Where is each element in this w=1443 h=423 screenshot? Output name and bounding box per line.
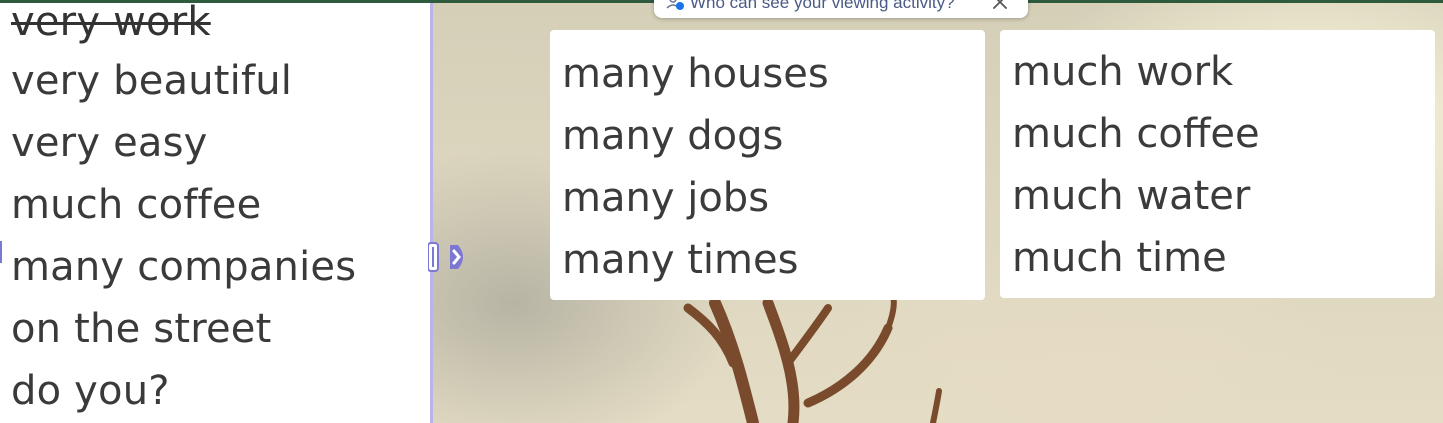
card-word: many jobs	[562, 175, 770, 221]
whiteboard-item: very easy	[11, 120, 208, 166]
whiteboard-item: much coffee	[11, 182, 262, 228]
whiteboard-item: very beautiful	[11, 58, 293, 104]
whiteboard-item: many companies	[11, 244, 357, 290]
card-word: many times	[562, 237, 799, 283]
card-word: much work	[1012, 49, 1234, 95]
panel-divider	[430, 3, 433, 423]
panel-toggle-handle[interactable]	[427, 241, 472, 273]
card-word: much coffee	[1012, 111, 1260, 157]
many-words-card: many houses many dogs many jobs many tim…	[550, 30, 985, 300]
card-word: much water	[1012, 173, 1251, 219]
whiteboard-item-struck: very work	[11, 0, 211, 45]
screen: very work very beautiful very easy much …	[0, 0, 1443, 423]
people-icon	[666, 0, 686, 14]
card-word: many houses	[562, 51, 829, 97]
text-cursor	[0, 241, 2, 263]
card-word: much time	[1012, 235, 1227, 281]
whiteboard-item: do you?	[11, 368, 170, 414]
whiteboard-item: on the street	[11, 306, 272, 352]
card-word: many dogs	[562, 113, 784, 159]
notice-text[interactable]: Who can see your viewing activity?	[690, 0, 955, 13]
whiteboard-panel: very work very beautiful very easy much …	[0, 0, 433, 423]
close-icon[interactable]	[990, 0, 1010, 12]
viewing-activity-notice[interactable]: Who can see your viewing activity?	[654, 0, 1028, 18]
much-words-card: much work much coffee much water much ti…	[1000, 30, 1435, 298]
